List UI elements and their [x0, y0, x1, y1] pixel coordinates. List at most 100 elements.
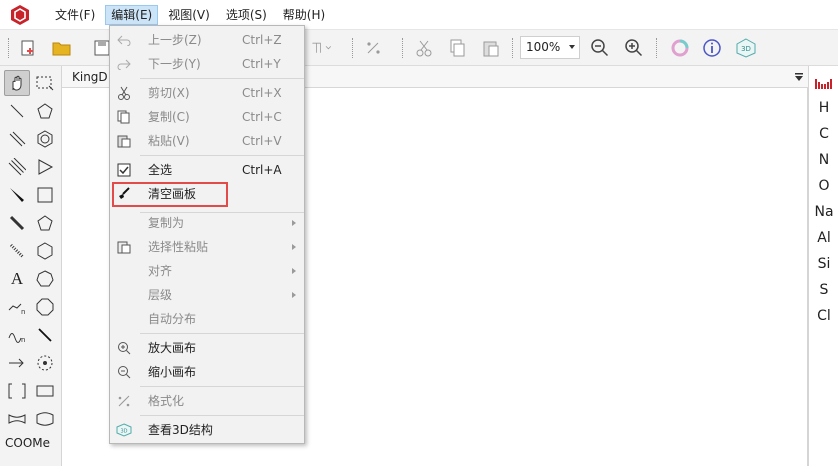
menu-paste-special[interactable]: 选择性粘贴 — [110, 236, 304, 258]
wedge-bond-icon[interactable] — [4, 182, 30, 208]
element-Cl[interactable]: Cl — [809, 308, 838, 324]
square-ring-icon[interactable] — [32, 182, 58, 208]
pentagon-ring-icon[interactable] — [32, 98, 58, 124]
menu-paste[interactable]: 粘贴(V) Ctrl+V — [110, 130, 304, 152]
toolbar-separator — [352, 38, 353, 58]
3d-view-icon[interactable]: 3D — [734, 36, 758, 60]
bold-bond-icon[interactable] — [4, 210, 30, 236]
menu-edit[interactable]: 编辑(E) — [105, 4, 159, 25]
lasso-select-icon[interactable] — [32, 70, 58, 96]
info-icon[interactable] — [700, 36, 724, 60]
chevron-right-icon — [292, 292, 296, 298]
element-bar: H C N O Na Al Si S Cl — [808, 66, 838, 466]
element-Al[interactable]: Al — [809, 230, 838, 246]
banner-shape-icon[interactable] — [32, 406, 58, 432]
triple-bond-icon[interactable] — [4, 154, 30, 180]
svg-text:3D: 3D — [741, 45, 751, 53]
pentagon-icon[interactable] — [32, 210, 58, 236]
menu-separator — [140, 78, 304, 79]
element-H[interactable]: H — [809, 100, 838, 116]
menu-layer[interactable]: 层级 — [110, 284, 304, 306]
menu-undo[interactable]: 上一步(Z) Ctrl+Z — [110, 29, 304, 51]
menu-cut[interactable]: 剪切(X) Ctrl+X — [110, 82, 304, 104]
menu-copy[interactable]: 复制(C) Ctrl+C — [110, 106, 304, 128]
menu-separator — [140, 386, 304, 387]
drawing-palette: A n n COOMe — [0, 66, 62, 466]
zoom-value: 100% — [526, 40, 561, 54]
chevron-right-icon — [292, 268, 296, 274]
toolbar-separator — [656, 38, 657, 58]
hashed-bond-icon[interactable] — [4, 238, 30, 264]
coome-group-label[interactable]: COOMe — [5, 436, 50, 450]
zoom-out-icon — [116, 364, 132, 380]
element-O[interactable]: O — [809, 178, 838, 194]
chevron-right-icon — [292, 220, 296, 226]
element-C[interactable]: C — [809, 126, 838, 142]
single-bond-icon[interactable] — [4, 98, 30, 124]
element-S[interactable]: S — [809, 282, 838, 298]
bracket-tool-icon[interactable] — [310, 36, 334, 60]
copy-icon[interactable] — [445, 36, 469, 60]
octagon-icon[interactable] — [32, 294, 58, 320]
edit-menu-dropdown: 上一步(Z) Ctrl+Z 下一步(Y) Ctrl+Y 剪切(X) Ctrl+X… — [109, 25, 305, 444]
chevron-down-icon — [569, 45, 575, 49]
menu-zoom-in-canvas[interactable]: 放大画布 — [110, 337, 304, 359]
open-folder-icon[interactable] — [50, 36, 74, 60]
menu-format[interactable]: 格式化 — [110, 390, 304, 412]
zoom-in-icon — [116, 340, 132, 356]
svg-text:3D: 3D — [120, 429, 127, 435]
double-bond-icon[interactable] — [4, 126, 30, 152]
app-logo-icon — [11, 4, 29, 25]
new-document-icon[interactable] — [16, 36, 40, 60]
bracket-icon[interactable] — [4, 378, 30, 404]
menu-align[interactable]: 对齐 — [110, 260, 304, 282]
zoom-in-icon[interactable] — [622, 36, 646, 60]
menu-file[interactable]: 文件(F) — [49, 5, 101, 25]
redo-icon — [116, 56, 132, 72]
menu-copy-as[interactable]: 复制为 — [110, 212, 304, 234]
tab-menu-icon[interactable] — [794, 72, 804, 82]
paste-icon[interactable] — [479, 36, 503, 60]
element-Na[interactable]: Na — [809, 204, 838, 220]
menu-separator — [140, 155, 304, 156]
heptagon-icon[interactable] — [32, 266, 58, 292]
text-tool-icon[interactable]: A — [4, 266, 30, 292]
zoom-select[interactable]: 100% — [520, 36, 580, 59]
color-ring-icon[interactable] — [668, 36, 692, 60]
menu-redo[interactable]: 下一步(Y) Ctrl+Y — [110, 53, 304, 75]
hand-tool-icon[interactable] — [4, 70, 30, 96]
cut-icon[interactable] — [412, 36, 436, 60]
menu-view[interactable]: 视图(V) — [162, 5, 216, 25]
orbital-icon[interactable] — [32, 350, 58, 376]
undo-icon — [116, 32, 132, 48]
element-N[interactable]: N — [809, 152, 838, 168]
format-icon[interactable] — [362, 36, 386, 60]
3d-view-icon: 3D — [116, 422, 132, 438]
element-Si[interactable]: Si — [809, 256, 838, 272]
copy-icon — [116, 109, 132, 125]
zoom-out-icon[interactable] — [588, 36, 612, 60]
menu-select-all[interactable]: 全选 Ctrl+A — [110, 159, 304, 181]
menu-auto-distribute[interactable]: 自动分布 — [110, 308, 304, 330]
toolbar-separator — [402, 38, 403, 58]
line-tool-icon[interactable] — [32, 322, 58, 348]
benzene-ring-icon[interactable] — [32, 126, 58, 152]
menu-help[interactable]: 帮助(H) — [277, 5, 331, 25]
menu-separator — [140, 333, 304, 334]
svg-text:n: n — [21, 336, 25, 344]
chain-tool-icon[interactable]: n — [4, 294, 30, 320]
document-tab[interactable]: KingD — [72, 70, 108, 84]
arrow-tool-icon[interactable] — [4, 350, 30, 376]
rectangle-icon[interactable] — [32, 378, 58, 404]
svg-text:n: n — [21, 308, 25, 316]
periodic-table-icon[interactable] — [814, 76, 834, 90]
curve-chain-icon[interactable]: n — [4, 322, 30, 348]
menu-options[interactable]: 选项(S) — [220, 5, 273, 25]
menu-zoom-out-canvas[interactable]: 缩小画布 — [110, 361, 304, 383]
menu-separator — [140, 415, 304, 416]
bow-shape-icon[interactable] — [4, 406, 30, 432]
triangle-icon[interactable] — [32, 154, 58, 180]
menu-view-3d[interactable]: 3D 查看3D结构 — [110, 419, 304, 441]
app-window: 文件(F) 编辑(E) 视图(V) 选项(S) 帮助(H) 100% 3D A … — [0, 0, 838, 466]
hexagon-icon[interactable] — [32, 238, 58, 264]
